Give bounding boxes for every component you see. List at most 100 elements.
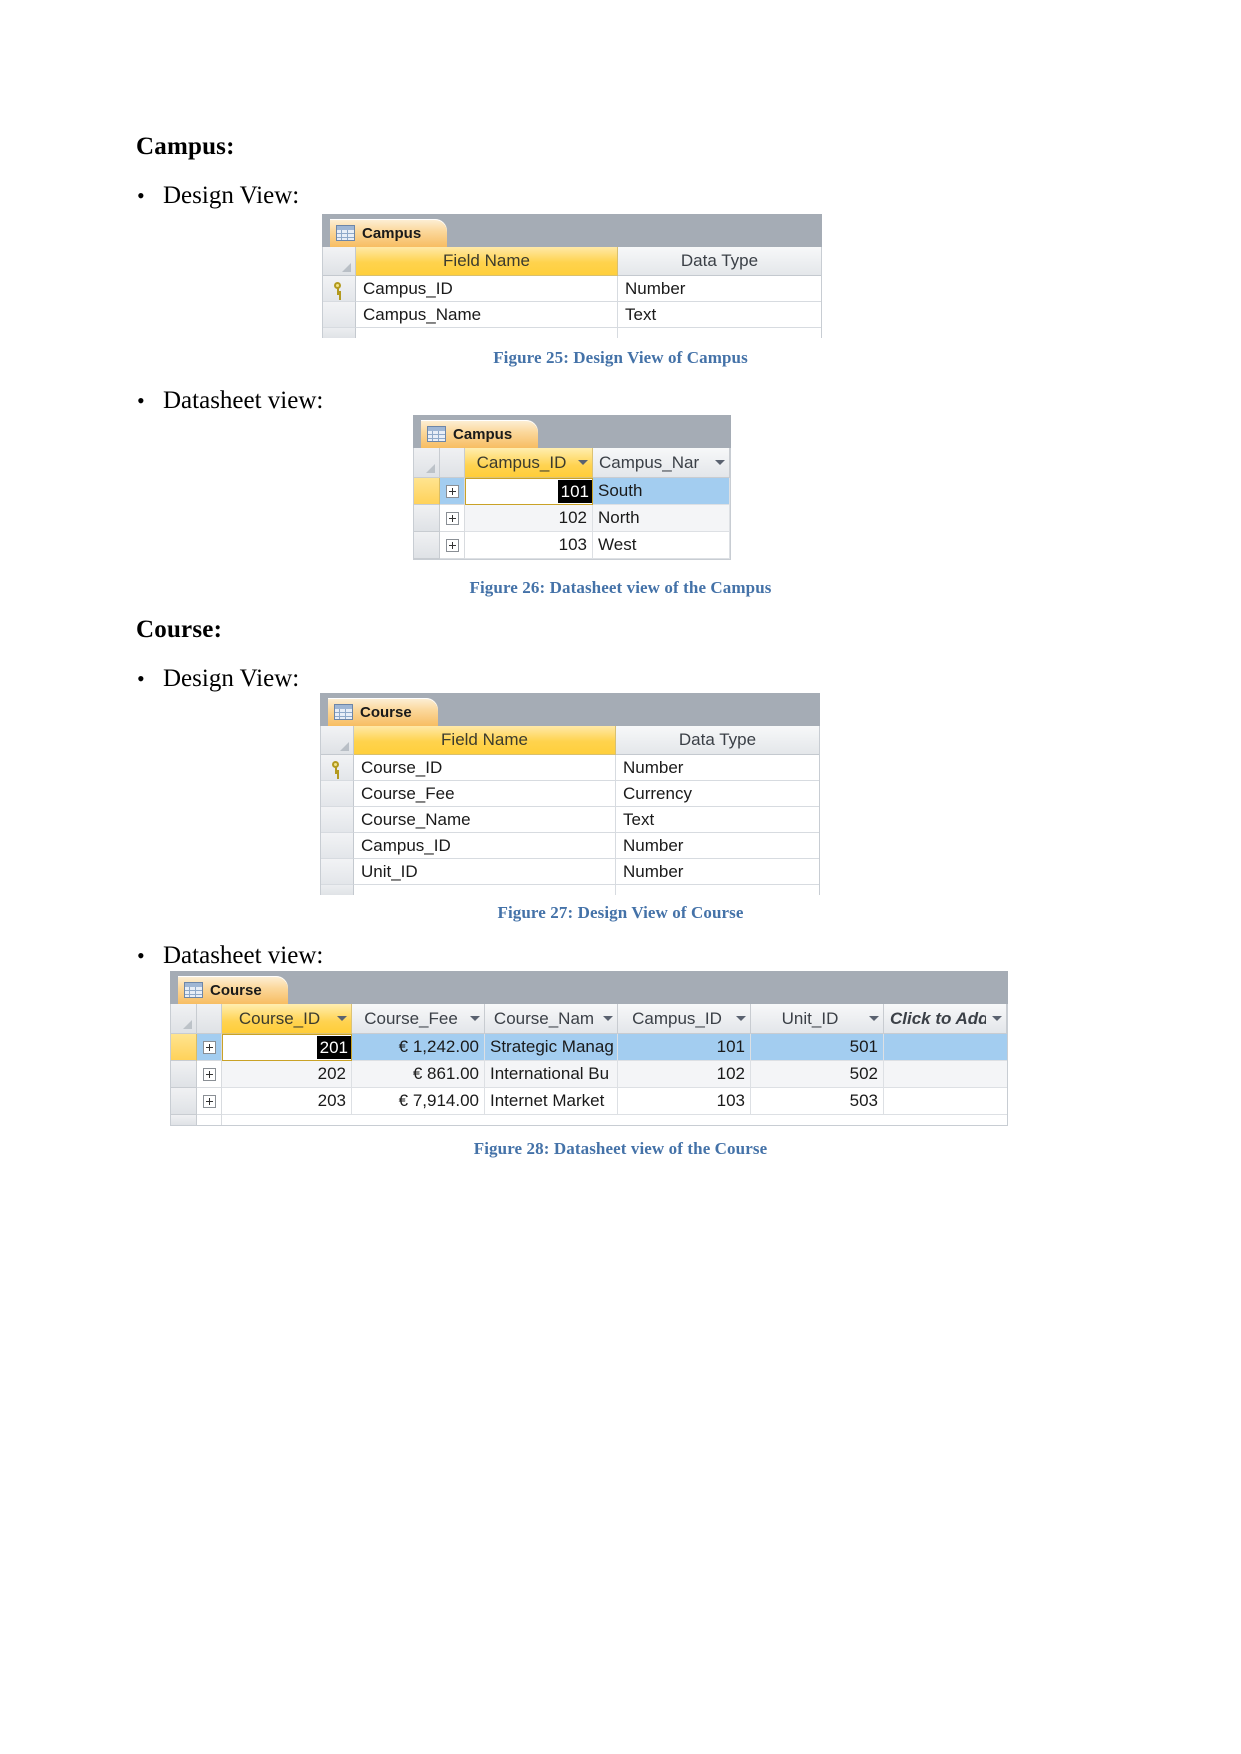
chevron-down-icon[interactable]	[603, 1016, 613, 1021]
table-row[interactable]: Course_Name Text	[321, 807, 819, 833]
column-header-unit-id[interactable]: Unit_ID	[751, 1004, 884, 1034]
cell-campus-id[interactable]: 102	[618, 1061, 751, 1088]
column-header-data-type[interactable]: Data Type	[616, 726, 819, 755]
row-selector[interactable]	[321, 833, 354, 859]
cell-campus-name[interactable]: North	[593, 505, 730, 532]
select-all-corner[interactable]	[321, 726, 354, 755]
field-name-cell[interactable]: Campus_ID	[356, 276, 618, 302]
field-name-cell[interactable]: Unit_ID	[354, 859, 616, 885]
row-selector-empty[interactable]	[321, 885, 354, 895]
field-name-cell[interactable]: Course_ID	[354, 755, 616, 781]
cell-click-to-add[interactable]	[884, 1034, 1007, 1061]
cell-campus-id[interactable]: 102	[465, 505, 593, 532]
row-selector[interactable]	[171, 1088, 197, 1115]
cell-unit-id[interactable]: 503	[751, 1088, 884, 1115]
campus-datasheet-tab[interactable]: Campus	[421, 420, 539, 448]
cell-unit-id[interactable]: 501	[751, 1034, 884, 1061]
table-row[interactable]: 203 € 7,914.00 Internet Market 103 503	[171, 1088, 1007, 1115]
chevron-down-icon[interactable]	[470, 1016, 480, 1021]
data-type-cell[interactable]: Number	[616, 833, 819, 859]
campus-design-tab[interactable]: Campus	[330, 219, 448, 247]
data-type-cell[interactable]: Number	[616, 859, 819, 885]
column-header-campus-id[interactable]: Campus_ID	[618, 1004, 751, 1034]
row-selector-empty[interactable]	[171, 1115, 197, 1125]
row-selector[interactable]	[321, 807, 354, 833]
chevron-down-icon[interactable]	[735, 1016, 746, 1021]
cell-campus-name[interactable]: West	[593, 532, 730, 559]
expand-row-button[interactable]	[197, 1088, 222, 1115]
table-row[interactable]: Course_ID Number	[321, 755, 819, 781]
cell-campus-name[interactable]: South	[593, 478, 730, 505]
row-selector[interactable]	[323, 276, 356, 302]
row-selector[interactable]	[321, 781, 354, 807]
table-row[interactable]: 101 South	[414, 478, 730, 505]
expand-row-button[interactable]	[440, 532, 465, 559]
expand-row-button[interactable]	[197, 1061, 222, 1088]
data-type-cell-empty[interactable]	[618, 328, 821, 338]
course-design-tab[interactable]: Course	[328, 698, 438, 726]
cell-course-id[interactable]: 203	[222, 1088, 352, 1115]
expand-row-button[interactable]	[440, 478, 465, 505]
field-name-cell[interactable]: Campus_ID	[354, 833, 616, 859]
table-row[interactable]: Campus_Name Text	[323, 302, 821, 328]
cell-campus-id[interactable]: 103	[618, 1088, 751, 1115]
field-name-cell[interactable]: Campus_Name	[356, 302, 618, 328]
chevron-down-icon[interactable]	[992, 1016, 1002, 1021]
table-row[interactable]: 102 North	[414, 505, 730, 532]
column-header-click-to-add[interactable]: Click to Add	[884, 1004, 1007, 1034]
cell-campus-id[interactable]: 103	[465, 532, 593, 559]
chevron-down-icon[interactable]	[336, 1016, 347, 1021]
row-selector[interactable]	[414, 505, 440, 532]
field-name-cell-empty[interactable]	[354, 885, 616, 895]
column-header-campus-name[interactable]: Campus_Nar	[593, 448, 730, 478]
row-selector[interactable]	[414, 478, 440, 505]
column-header-course-name[interactable]: Course_Nam	[485, 1004, 618, 1034]
row-selector[interactable]	[414, 532, 440, 559]
select-all-corner[interactable]	[414, 448, 440, 478]
data-type-cell[interactable]: Text	[618, 302, 821, 328]
cell-course-fee[interactable]: € 7,914.00	[352, 1088, 485, 1115]
cell-course-name[interactable]: International Bu	[485, 1061, 618, 1088]
row-selector[interactable]	[323, 302, 356, 328]
course-datasheet-tab[interactable]: Course	[178, 976, 288, 1004]
column-header-campus-id[interactable]: Campus_ID	[465, 448, 593, 478]
column-header-course-fee[interactable]: Course_Fee	[352, 1004, 485, 1034]
data-type-cell[interactable]: Number	[618, 276, 821, 302]
select-all-corner[interactable]	[171, 1004, 197, 1034]
data-type-cell[interactable]: Currency	[616, 781, 819, 807]
table-row[interactable]: Campus_ID Number	[321, 833, 819, 859]
chevron-down-icon[interactable]	[869, 1016, 879, 1021]
column-header-field-name[interactable]: Field Name	[354, 726, 616, 755]
data-type-cell-empty[interactable]	[616, 885, 819, 895]
row-selector[interactable]	[171, 1034, 197, 1061]
cell-course-id[interactable]: 202	[222, 1061, 352, 1088]
expand-row-button[interactable]	[197, 1034, 222, 1061]
field-name-cell[interactable]: Course_Name	[354, 807, 616, 833]
cell-course-name[interactable]: Internet Market	[485, 1088, 618, 1115]
chevron-down-icon[interactable]	[715, 460, 725, 465]
cell-course-fee[interactable]: € 861.00	[352, 1061, 485, 1088]
column-header-course-id[interactable]: Course_ID	[222, 1004, 352, 1034]
row-selector-empty[interactable]	[323, 328, 356, 338]
row-selector[interactable]	[321, 755, 354, 781]
row-selector[interactable]	[321, 859, 354, 885]
cell-course-fee[interactable]: € 1,242.00	[352, 1034, 485, 1061]
select-all-corner[interactable]	[323, 247, 356, 276]
table-row[interactable]: Course_Fee Currency	[321, 781, 819, 807]
cell-campus-id[interactable]: 101	[465, 478, 593, 505]
cell-click-to-add[interactable]	[884, 1061, 1007, 1088]
cell-unit-id[interactable]: 502	[751, 1061, 884, 1088]
field-name-cell-empty[interactable]	[356, 328, 618, 338]
table-row[interactable]: 202 € 861.00 International Bu 102 502	[171, 1061, 1007, 1088]
expand-row-button[interactable]	[440, 505, 465, 532]
cell-campus-id[interactable]: 101	[618, 1034, 751, 1061]
table-row[interactable]: 201 € 1,242.00 Strategic Manag 101 501	[171, 1034, 1007, 1061]
table-row[interactable]: 103 West	[414, 532, 730, 559]
cell-course-name[interactable]: Strategic Manag	[485, 1034, 618, 1061]
cell-course-id[interactable]: 201	[222, 1034, 352, 1061]
data-type-cell[interactable]: Text	[616, 807, 819, 833]
table-row[interactable]: Campus_ID Number	[323, 276, 821, 302]
data-type-cell[interactable]: Number	[616, 755, 819, 781]
column-header-data-type[interactable]: Data Type	[618, 247, 821, 276]
cell-click-to-add[interactable]	[884, 1088, 1007, 1115]
